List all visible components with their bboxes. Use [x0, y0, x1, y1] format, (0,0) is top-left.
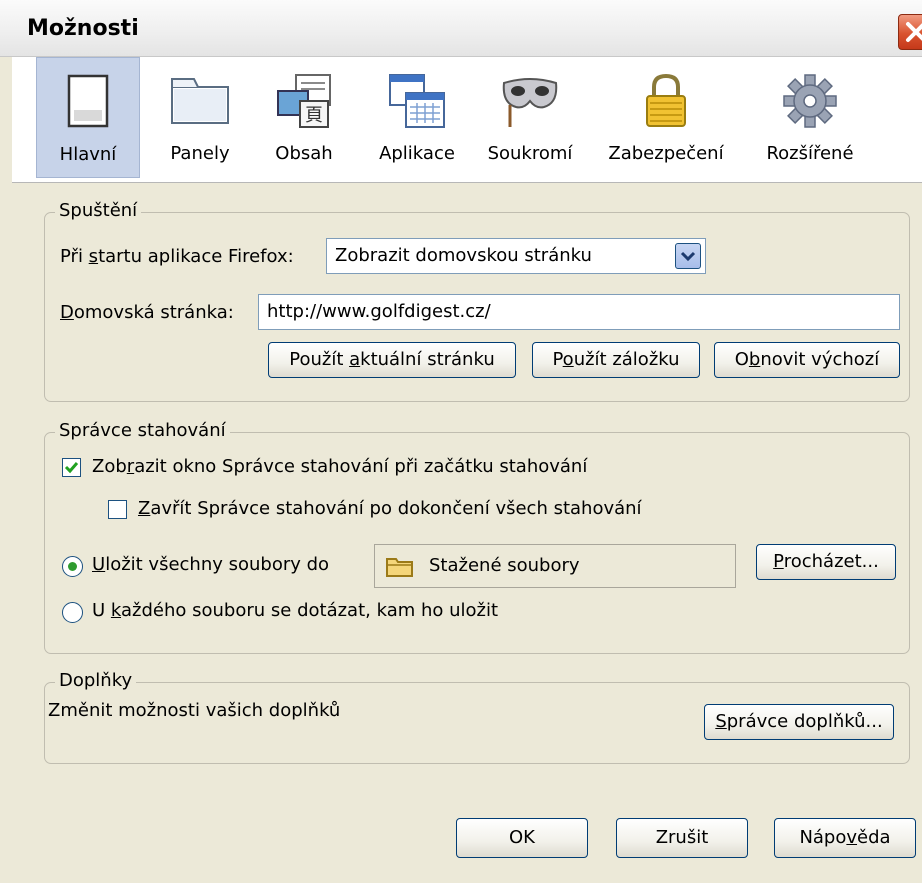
- close-downloads-label: Zavřít Správce stahování po dokončení vš…: [138, 498, 642, 519]
- privacy-mask-icon: [502, 78, 558, 127]
- show-downloads-checkbox[interactable]: [62, 458, 81, 477]
- tab-hlavni[interactable]: Hlavní: [36, 57, 140, 178]
- close-button[interactable]: [898, 14, 922, 50]
- ask-each-file-label: U každého souboru se dotázat, kam ho ulo…: [92, 600, 499, 621]
- ask-each-file-radio[interactable]: [62, 602, 83, 623]
- startup-select-value: Zobrazit domovskou stránku: [335, 245, 592, 266]
- close-downloads-checkbox[interactable]: [108, 500, 127, 519]
- show-downloads-label: Zobrazit okno Správce stahování při začá…: [92, 456, 588, 477]
- tab-aplikace[interactable]: Aplikace: [362, 57, 472, 178]
- startup-when-label: Při startu aplikace Firefox:: [60, 246, 294, 267]
- use-bookmark-button[interactable]: Použít záložku: [532, 342, 700, 378]
- cancel-button[interactable]: Zrušit: [616, 818, 748, 858]
- folder-icon: [386, 558, 413, 577]
- title-bar[interactable]: Možnosti: [0, 0, 922, 57]
- select-dropdown-button[interactable]: [675, 243, 701, 269]
- window-title: Možnosti: [27, 16, 139, 41]
- tab-label: Aplikace: [379, 143, 455, 164]
- category-toolbar: Hlavní Panely 頁 Obsah Aplikace Soukromí …: [12, 57, 922, 183]
- tab-label: Hlavní: [59, 144, 117, 165]
- close-icon: [906, 22, 922, 42]
- download-folder-name: Stažené soubory: [429, 555, 580, 576]
- content-icon: 頁: [277, 74, 331, 128]
- help-button[interactable]: Nápověda: [774, 818, 916, 858]
- startup-legend: Spuštění: [55, 200, 142, 221]
- tab-label: Rozšířené: [766, 143, 854, 164]
- restore-default-button[interactable]: Obnovit výchozí: [714, 342, 900, 378]
- downloads-legend: Správce stahování: [55, 420, 230, 441]
- applications-icon: [389, 74, 445, 128]
- advanced-gear-icon: [783, 74, 837, 128]
- general-window-icon: [67, 74, 109, 128]
- ok-button[interactable]: OK: [456, 818, 588, 858]
- tab-panely[interactable]: Panely: [150, 57, 250, 178]
- use-current-page-button[interactable]: Použít aktuální stránku: [268, 342, 516, 378]
- options-dialog: Možnosti Hlavní Panely 頁 Obsah Aplikace …: [0, 0, 922, 883]
- tab-label: Panely: [170, 143, 230, 164]
- security-lock-icon: [646, 73, 686, 127]
- svg-text:頁: 頁: [305, 105, 323, 126]
- home-page-label: Domovská stránka:: [60, 302, 234, 323]
- save-to-folder-label: Uložit všechny soubory do: [92, 554, 330, 575]
- startup-select[interactable]: Zobrazit domovskou stránku: [326, 238, 706, 274]
- tabs-folder-icon: [171, 78, 229, 124]
- home-page-input[interactable]: http://www.golfdigest.cz/: [258, 294, 900, 330]
- tab-label: Zabezpečení: [608, 143, 724, 164]
- save-to-folder-radio[interactable]: [62, 556, 83, 577]
- tab-zabezpeceni[interactable]: Zabezpečení: [592, 57, 740, 178]
- tab-label: Soukromí: [487, 143, 573, 164]
- manage-addons-button[interactable]: Správce doplňků...: [704, 704, 894, 740]
- checkmark-icon: [64, 462, 79, 474]
- browse-button[interactable]: Procházet...: [756, 544, 896, 580]
- chevron-down-icon: [680, 251, 696, 262]
- tab-soukromi[interactable]: Soukromí: [476, 57, 584, 178]
- tab-obsah[interactable]: 頁 Obsah: [254, 57, 354, 178]
- addons-description: Změnit možnosti vašich doplňků: [48, 700, 341, 721]
- download-folder-field: Stažené soubory: [374, 544, 736, 588]
- addons-legend: Doplňky: [55, 670, 137, 691]
- tab-rozsirene[interactable]: Rozšířené: [750, 57, 870, 178]
- tab-label: Obsah: [275, 143, 333, 164]
